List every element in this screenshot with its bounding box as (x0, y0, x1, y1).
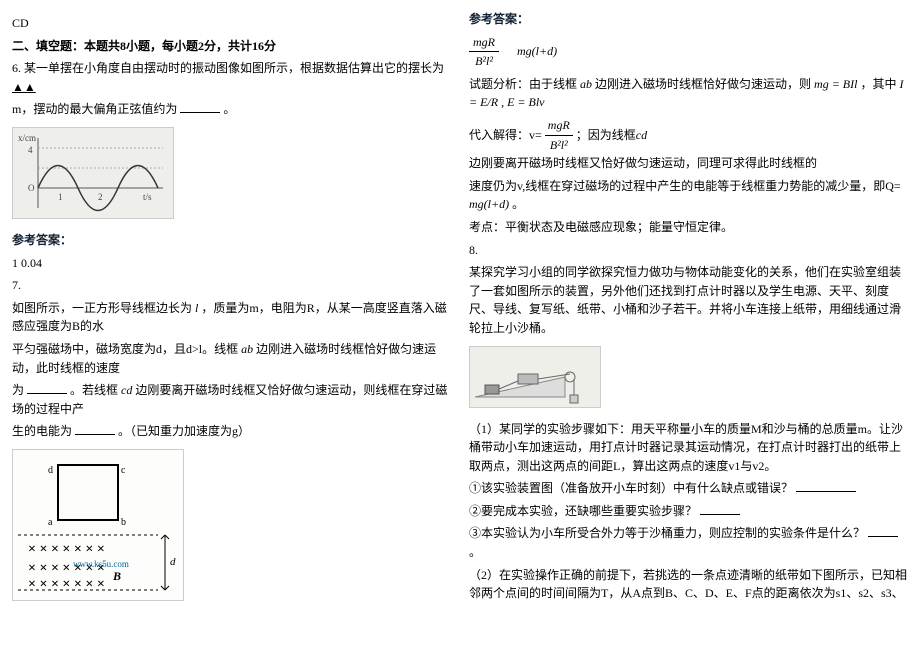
svg-text:d: d (170, 556, 176, 568)
q6-part-a: 6. 某一单摆在小角度自由摆动时的振动图像如图所示，根据数据估算出它的摆长为 ▲… (12, 59, 451, 96)
answer-q7: mgR B²l² mg(l+d) (469, 33, 908, 71)
q7-p3a: 为 (12, 383, 24, 397)
q6-blank-2 (180, 100, 220, 113)
frac-2: mgR B²l² (545, 116, 573, 154)
q7-explain-1: 试题分析：由于线框 ab 边刚进入磁场时线框恰好做匀速运动，则 mg = BIl… (469, 75, 908, 112)
svg-text:x/cm: x/cm (18, 133, 36, 143)
q8-q3-text: ③本实验认为小车所受合外力等于沙桶重力，则应控制的实验条件是什么？ (469, 526, 865, 540)
q8-no: 8. (469, 241, 908, 260)
frac-2-num: mgR (545, 116, 573, 136)
svg-text:4: 4 (28, 145, 33, 155)
ans-q7c: mg(l+d) (517, 42, 557, 61)
q8-q3-blank (868, 524, 898, 537)
q7-p1a: 如图所示，一正方形导线框边长为 (12, 301, 192, 315)
r0c: 。 (512, 197, 524, 211)
q7-ex1e: ，其中 (860, 77, 896, 91)
svg-text:b: b (121, 517, 126, 528)
q7-p3c: cd (121, 383, 132, 397)
q7-ex2d: ；因为线框 (576, 126, 636, 145)
q7-ex2e: cd (636, 126, 647, 145)
frac-2-den: B²l² (547, 136, 571, 155)
r0a: 速度仍为v,线框在穿过磁场的过程中产生的电能等于线框重力势能的减少量，即Q= (469, 179, 901, 193)
q8-q3: ③本实验认为小车所受合外力等于沙桶重力，则应控制的实验条件是什么？ 。 (469, 524, 908, 561)
answer-label-2: 参考答案： (469, 10, 908, 29)
q8-q1: ①该实验装置图（准备放开小车时刻）中有什么缺点或错误？ (469, 479, 908, 498)
svg-text:× × × × × × ×: × × × × × × × (28, 577, 105, 592)
q7-p2: 平匀强磁场中，磁场宽度为d，且d>l。线框 ab 边刚进入磁场时线框恰好做匀速运… (12, 340, 451, 377)
q7-ex1b: ab (580, 77, 592, 91)
page-two-column: CD 二、填空题：本题共8小题，每小题2分，共计16分 6. 某一单摆在小角度自… (0, 0, 920, 631)
q7-p3: 为 。若线框 cd 边刚要离开磁场时线框又恰好做匀速运动，则线框在穿过磁场的过程… (12, 381, 451, 418)
q8-q1-text: ①该实验装置图（准备放开小车时刻）中有什么缺点或错误？ (469, 481, 793, 495)
q6-text-b: m，摆动的最大偏角正弦值约为 (12, 102, 177, 116)
q7-no: 7. (12, 276, 451, 295)
answer-q6: 1 0.04 (12, 254, 451, 273)
r0b: mg(l+d) (469, 197, 509, 211)
svg-text:t/s: t/s (143, 192, 152, 202)
svg-text:d: d (48, 465, 53, 476)
svg-text:O: O (28, 183, 35, 193)
cart-pulley-device (469, 346, 601, 408)
q8-step1: （1）某同学的实验步骤如下：用天平称量小车的质量M和沙与桶的总质量m。让沙桶带动… (469, 420, 908, 476)
frac-1: mgR B²l² (469, 33, 499, 71)
frac-1-num: mgR (469, 33, 499, 53)
svg-text:1: 1 (58, 192, 63, 202)
r0: 速度仍为v,线框在穿过磁场的过程中产生的电能等于线框重力势能的减少量，即Q= m… (469, 177, 908, 214)
cd-line: CD (12, 14, 451, 33)
svg-text:B: B (112, 569, 121, 583)
q7-ex1a: 试题分析：由于线框 (469, 77, 577, 91)
pendulum-graph: x/cm 4 O 1 2 t/s (12, 127, 174, 219)
q6-part-b: m，摆动的最大偏角正弦值约为 。 (12, 100, 451, 119)
q7-p1b: l (195, 301, 198, 315)
q7-p1: 如图所示，一正方形导线框边长为 l ，质量为m，电阻为R，从某一高度竖直落入磁感… (12, 299, 451, 336)
q7-p3b: 。若线框 (70, 383, 118, 397)
svg-text:2: 2 (98, 192, 103, 202)
answer-label-1: 参考答案： (12, 231, 451, 250)
q6-text-a: 6. 某一单摆在小角度自由摆动时的振动图像如图所示，根据数据估算出它的摆长为 (12, 61, 444, 75)
q8-q2: ②要完成本实验，还缺哪些重要实验步骤？ (469, 502, 908, 521)
svg-text:a: a (48, 517, 53, 528)
svg-text:www.ks5u.com: www.ks5u.com (73, 559, 129, 569)
frac-1-den: B²l² (471, 52, 497, 71)
q7-ex1c: 边刚进入磁场时线框恰好做匀速运动，则 (595, 77, 811, 91)
q7-ex2f: 边刚要离开磁场时线框又恰好做匀速运动，同理可求得此时线框的 (469, 154, 817, 173)
q7-p2b: ab (241, 342, 253, 356)
q7-p4a: 生的电能为 (12, 424, 72, 438)
q7-blank-2 (75, 422, 115, 435)
q7-p2a: 平匀强磁场中，磁场宽度为d，且d>l。线框 (12, 342, 238, 356)
q7-ex2a: 代入解得：v= (469, 126, 542, 145)
q7-blank-1 (27, 381, 67, 394)
q8-q2-blank (700, 502, 740, 515)
q6-blank-1: ▲▲ (12, 80, 36, 94)
q7-ex1d: mg = BIl (814, 77, 857, 91)
svg-text:× × × × × × ×: × × × × × × × (28, 542, 105, 557)
section-title: 二、填空题：本题共8小题，每小题2分，共计16分 (12, 37, 451, 56)
q6-text-c: 。 (223, 102, 235, 116)
q8-p1: 某探究学习小组的同学欲探究恒力做功与物体动能变化的关系，他们在实验室组装了一套如… (469, 263, 908, 337)
q7-p4b: 。（已知重力加速度为g） (118, 424, 250, 438)
q8-q2-text: ②要完成本实验，还缺哪些重要实验步骤？ (469, 504, 697, 518)
svg-text:c: c (121, 465, 126, 476)
wire-frame-diagram: d c a b × × × × × × × × × × × × × × × × … (12, 449, 184, 601)
q7-explain-2: 代入解得：v= mgR B²l² ；因为线框 cd 边刚要离开磁场时线框又恰好做… (469, 116, 908, 173)
q7-p4: 生的电能为 。（已知重力加速度为g） (12, 422, 451, 441)
r1: 考点：平衡状态及电磁感应现象；能量守恒定律。 (469, 218, 908, 237)
q8-q1-blank (796, 479, 856, 492)
